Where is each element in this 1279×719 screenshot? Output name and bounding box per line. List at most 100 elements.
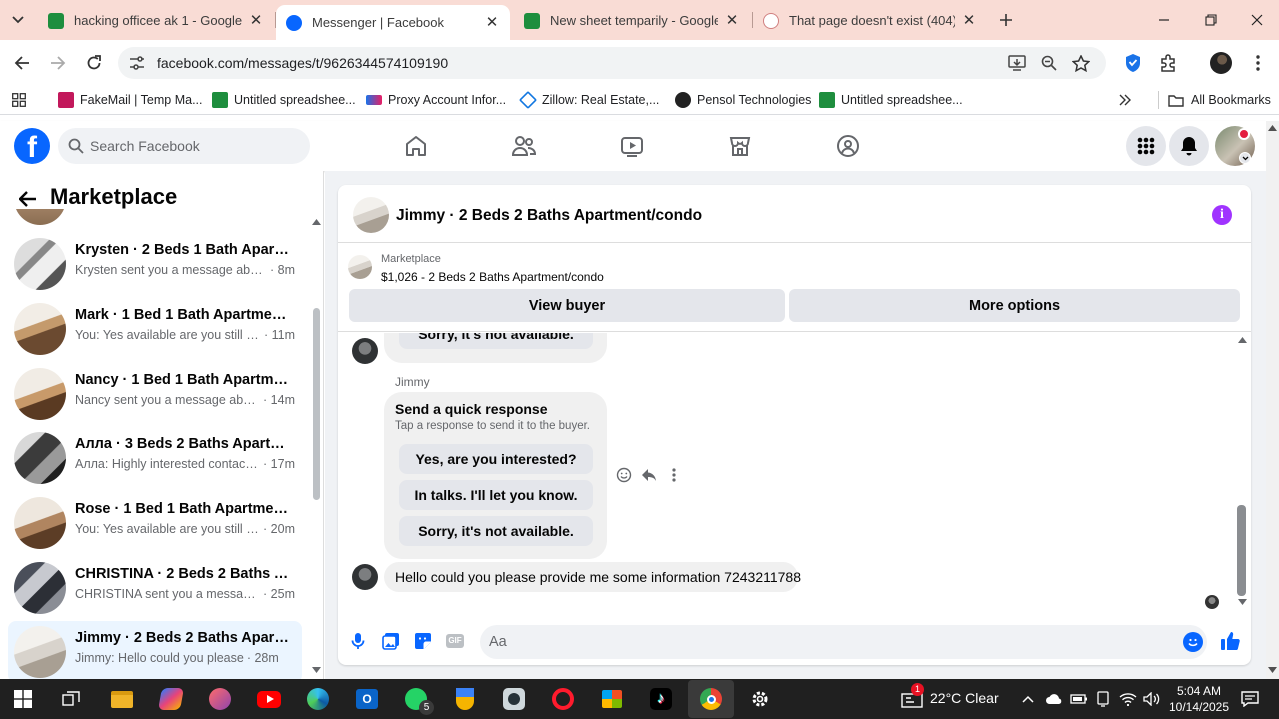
device-tray[interactable]	[1092, 685, 1114, 713]
all-bookmarks-button[interactable]: All Bookmarks	[1158, 91, 1271, 109]
gaming-nav-button[interactable]	[835, 133, 861, 159]
quick-response-option[interactable]: Sorry, it's not available.	[399, 333, 593, 349]
apps-grid-button[interactable]	[12, 91, 26, 109]
browser-tab-4[interactable]: That page doesn't exist (404) - F ✕	[753, 5, 987, 36]
back-button[interactable]	[9, 50, 35, 76]
close-tab-icon[interactable]: ✕	[248, 12, 264, 29]
opera-app[interactable]	[549, 685, 577, 713]
back-to-chats-button[interactable]	[16, 187, 40, 211]
menu-button[interactable]	[1126, 126, 1166, 166]
chrome-app[interactable]	[688, 680, 734, 718]
page-scroll-down-icon[interactable]	[1268, 667, 1277, 673]
quick-response-yes-interested[interactable]: Yes, are you interested?	[399, 444, 593, 474]
chat-scrollbar[interactable]	[1237, 505, 1246, 596]
incoming-message-bubble[interactable]: Hello could you please provide me some i…	[384, 562, 801, 592]
zoom-icon[interactable]	[1038, 53, 1060, 73]
gif-button[interactable]: GIF	[443, 629, 467, 653]
whatsapp-app[interactable]: 5	[402, 685, 434, 715]
more-options-button[interactable]: More options	[789, 289, 1240, 322]
facebook-logo-icon[interactable]: f	[14, 128, 50, 164]
task-view-button[interactable]	[57, 685, 85, 713]
close-window-button[interactable]	[1245, 8, 1269, 32]
reload-button[interactable]	[81, 50, 107, 76]
page-scrollbar[interactable]	[1266, 121, 1279, 679]
edge-app[interactable]	[304, 685, 332, 713]
attach-photo-button[interactable]	[379, 629, 403, 653]
microsoft-store-app[interactable]	[598, 685, 626, 713]
tiktok-app[interactable]: ♪	[647, 685, 675, 713]
close-tab-icon[interactable]: ✕	[961, 12, 977, 29]
medal-app[interactable]	[451, 685, 479, 713]
conversation-list-scrollbar[interactable]	[313, 308, 320, 500]
emoji-button[interactable]	[1183, 632, 1203, 652]
wifi-tray[interactable]	[1116, 685, 1140, 713]
notification-center-button[interactable]	[1236, 685, 1264, 713]
page-scroll-up-icon[interactable]	[1268, 125, 1277, 131]
start-button[interactable]	[9, 685, 37, 713]
close-tab-icon[interactable]: ✕	[484, 14, 500, 31]
marketplace-nav-button[interactable]	[727, 133, 753, 159]
quick-response-in-talks[interactable]: In talks. I'll let you know.	[399, 480, 593, 510]
copilot-app[interactable]	[157, 685, 185, 713]
sticker-button[interactable]	[411, 629, 435, 653]
friends-nav-button[interactable]	[511, 133, 537, 159]
battery-tray[interactable]	[1068, 685, 1090, 713]
scroll-up-arrow-icon[interactable]	[312, 219, 321, 225]
conversation-item-nancy[interactable]: Nancy · 1 Bed 1 Bath Apartment/condo Nan…	[8, 363, 302, 425]
site-info-icon[interactable]	[126, 53, 148, 73]
install-app-icon[interactable]	[1006, 53, 1028, 73]
bookmark-star-icon[interactable]	[1070, 53, 1092, 73]
conversation-item-jimmy[interactable]: Jimmy · 2 Beds 2 Baths Apartment/condo J…	[8, 621, 302, 679]
youtube-app[interactable]	[255, 685, 283, 713]
bookmark-untitled-spreadsheet-1[interactable]: Untitled spreadshee...	[212, 91, 356, 109]
react-button[interactable]	[614, 465, 634, 485]
chat-title[interactable]: Jimmy · 2 Beds 2 Baths Apartment/condo	[396, 207, 702, 225]
bookmark-untitled-spreadsheet-2[interactable]: Untitled spreadshee...	[819, 91, 963, 109]
chrome-menu-button[interactable]	[1245, 50, 1271, 76]
info-icon[interactable]: i	[1212, 205, 1232, 225]
scroll-down-arrow-icon[interactable]	[312, 667, 321, 673]
conversation-item-krysten[interactable]: Krysten · 2 Beds 1 Bath Apartment/condo …	[8, 233, 302, 295]
browser-tab-2[interactable]: Messenger | Facebook ✕	[276, 5, 510, 40]
vpn-shield-icon[interactable]	[1120, 50, 1146, 76]
more-bookmarks-button[interactable]	[1119, 91, 1131, 109]
extensions-icon[interactable]	[1155, 50, 1181, 76]
quick-response-not-available[interactable]: Sorry, it's not available.	[399, 516, 593, 546]
reply-button[interactable]	[639, 465, 659, 485]
outlook-app[interactable]: O	[353, 685, 381, 713]
file-explorer-app[interactable]	[108, 685, 136, 713]
browser-tab-3[interactable]: New sheet temparily - Google Sh ✕	[514, 5, 750, 36]
conversation-item-alla[interactable]: Алла · 3 Beds 2 Baths Apartment/condo Ал…	[8, 427, 302, 489]
facebook-search-input[interactable]: Search Facebook	[58, 128, 310, 164]
forward-button[interactable]	[45, 50, 71, 76]
account-chevron-icon[interactable]	[1239, 152, 1251, 164]
minimize-button[interactable]	[1152, 8, 1176, 32]
bookmark-zillow[interactable]: Zillow: Real Estate,...	[518, 90, 659, 110]
settings-app[interactable]	[746, 685, 774, 713]
voice-clip-button[interactable]	[346, 629, 370, 653]
chat-scroll-down-icon[interactable]	[1238, 599, 1247, 605]
chrome-profile-avatar[interactable]	[1208, 50, 1234, 76]
bookmark-proxy-account[interactable]: Proxy Account Infor...	[366, 91, 506, 109]
new-tab-button[interactable]	[994, 8, 1018, 32]
message-more-button[interactable]	[664, 465, 684, 485]
message-input[interactable]: Aa	[480, 625, 1207, 659]
weather-text[interactable]: 22°C Clear	[930, 690, 999, 706]
address-bar[interactable]: facebook.com/messages/t/9626344574109190	[118, 47, 1106, 79]
volume-tray[interactable]	[1140, 685, 1164, 713]
close-tab-icon[interactable]: ✕	[724, 12, 740, 29]
browser-app-purple[interactable]	[206, 685, 234, 713]
notifications-button[interactable]	[1169, 126, 1209, 166]
tab-search-button[interactable]	[4, 6, 32, 34]
chat-scroll-up-icon[interactable]	[1238, 337, 1247, 343]
browser-tab-1[interactable]: hacking officee ak 1 - Google Sh ✕	[38, 5, 274, 36]
conversation-item-rose[interactable]: Rose · 1 Bed 1 Bath Apartment/condo You:…	[8, 492, 302, 554]
home-nav-button[interactable]	[403, 133, 429, 159]
bookmark-pensol[interactable]: Pensol Technologies	[675, 91, 811, 109]
conversation-item-mark[interactable]: Mark · 1 Bed 1 Bath Apartment/condo You:…	[8, 298, 302, 360]
chat-listing-avatar[interactable]	[353, 197, 389, 233]
conversation-item-christina[interactable]: CHRISTINA · 2 Beds 2 Baths Apartment/con…	[8, 557, 302, 619]
bookmark-fakemail[interactable]: FakeMail | Temp Ma...	[58, 91, 203, 109]
weather-widget[interactable]: 1	[898, 683, 926, 713]
video-nav-button[interactable]	[619, 133, 645, 159]
